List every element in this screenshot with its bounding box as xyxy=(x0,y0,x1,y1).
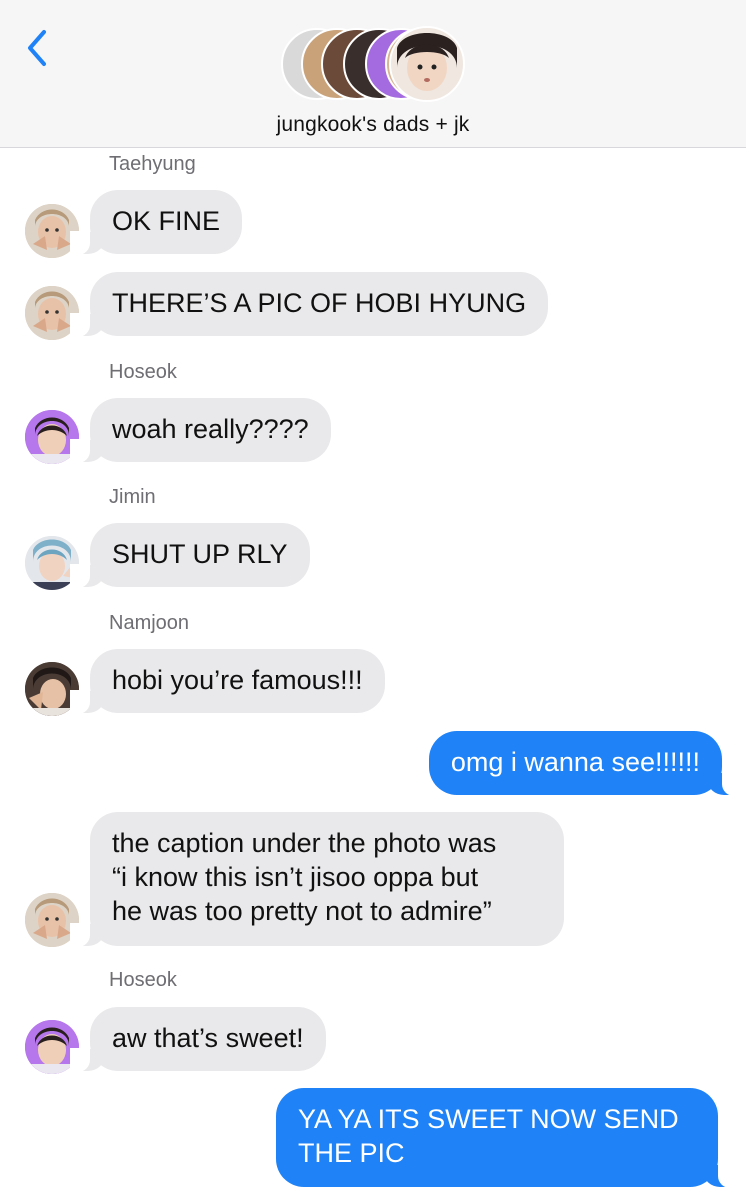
sender-name: Jimin xyxy=(109,486,156,508)
avatar xyxy=(389,26,465,102)
sender-name: Namjoon xyxy=(109,612,190,634)
message-bubble[interactable]: OK FINE xyxy=(69,190,243,255)
conversation-header: jungkook's dads + jk xyxy=(0,0,746,148)
message-line: “i know this isn’t jisoo oppa but xyxy=(112,862,479,892)
sender-name: Taehyung xyxy=(109,153,196,175)
message-bubble[interactable]: THERE’S A PIC OF HOBI HYUNG xyxy=(69,272,549,337)
sender-name: Hoseok xyxy=(109,361,177,383)
message-line: the caption under the photo was xyxy=(112,828,497,858)
group-title[interactable]: jungkook's dads + jk xyxy=(0,113,746,137)
message-bubble-sent[interactable]: omg i wanna see!!!!!! xyxy=(428,731,743,796)
message-line: he was too pretty not to admire” xyxy=(112,896,492,926)
avatar-face-icon xyxy=(397,33,457,91)
message-bubble[interactable]: SHUT UP RLY xyxy=(70,523,310,588)
message-bubble-sent[interactable]: YA YA ITS SWEET NOW SEND THE PIC xyxy=(276,1088,738,1188)
message-bubble[interactable]: hobi you’re famous!!! xyxy=(70,649,385,714)
message-line: THE PIC xyxy=(298,1138,405,1168)
message-bubble[interactable]: the caption under the photo was “i know … xyxy=(70,812,564,947)
group-avatars[interactable] xyxy=(281,26,471,102)
chevron-left-icon[interactable] xyxy=(22,28,52,68)
message-bubble[interactable]: woah really???? xyxy=(70,398,331,463)
message-bubble[interactable]: aw that’s sweet! xyxy=(70,1007,326,1072)
message-line: YA YA ITS SWEET NOW SEND xyxy=(298,1104,679,1134)
sender-name: Hoseok xyxy=(109,969,177,991)
